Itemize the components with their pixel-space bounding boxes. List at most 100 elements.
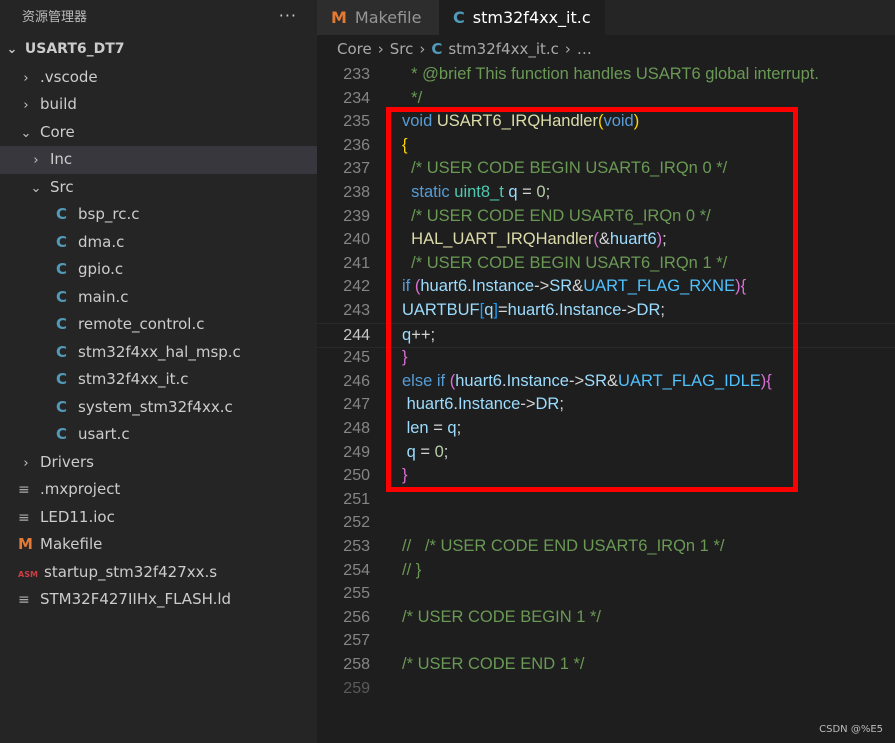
- tree-file[interactable]: ≡ .mxproject: [0, 476, 317, 504]
- chevron-right-icon: ›: [23, 455, 29, 471]
- code-line[interactable]: 252: [317, 511, 895, 535]
- tree-file[interactable]: Cstm32f4xx_hal_msp.c: [0, 339, 317, 367]
- code-line[interactable]: 253 // /* USER CODE END USART6_IRQn 1 */: [317, 535, 895, 559]
- tree-item-label: remote_control.c: [78, 315, 205, 333]
- tree-item-label: Makefile: [40, 535, 103, 553]
- file-tree: ⌄ USART6_DT7 › .vscode › build ⌄ Core › Inc ⌄ Src…: [0, 36, 317, 614]
- tab-stm32f4xx-it-c[interactable]: Cstm32f4xx_it.c: [439, 0, 605, 35]
- code-line[interactable]: 256 /* USER CODE BEGIN 1 */: [317, 606, 895, 630]
- c-file-icon: C: [56, 397, 68, 416]
- line-number: 246: [343, 372, 370, 390]
- tree-folder[interactable]: › build: [0, 91, 317, 119]
- breadcrumb: Core › Src › C stm32f4xx_it.c › …: [317, 35, 895, 63]
- tree-item-label: .vscode: [40, 67, 98, 86]
- text-file-icon: ≡: [18, 592, 30, 608]
- tree-file[interactable]: ≡ LED11.ioc: [0, 504, 317, 532]
- chevron-down-icon: ⌄: [6, 42, 18, 57]
- tree-file[interactable]: Cbsp_rc.c: [0, 201, 317, 229]
- c-file-icon: C: [56, 287, 68, 306]
- code-text: /* USER CODE BEGIN 1 */: [402, 607, 601, 626]
- line-number: 241: [343, 254, 370, 272]
- line-number: 249: [343, 443, 370, 461]
- breadcrumb-sep-icon: ›: [377, 40, 384, 58]
- line-number: 240: [343, 231, 370, 249]
- line-number: 244: [343, 326, 370, 344]
- c-file-icon: C: [56, 205, 68, 223]
- line-number: 256: [343, 608, 370, 626]
- tree-file[interactable]: ≡ STM32F427IIHx_FLASH.ld: [0, 586, 317, 614]
- tree-item-label: main.c: [78, 287, 129, 306]
- code-line[interactable]: 257: [317, 629, 895, 653]
- code-line[interactable]: 255: [317, 582, 895, 606]
- line-number: 236: [343, 136, 370, 154]
- tree-item-label: Core: [40, 122, 75, 141]
- tab-bar: M Makefile Cstm32f4xx_it.c: [317, 0, 895, 35]
- tree-file[interactable]: Csystem_stm32f4xx.c: [0, 394, 317, 422]
- tab-makefile[interactable]: M Makefile: [317, 0, 439, 35]
- chevron-right-icon: ›: [23, 70, 29, 86]
- tree-file[interactable]: M Makefile: [0, 531, 317, 559]
- text-file-icon: ≡: [18, 482, 30, 498]
- code-line[interactable]: 258 /* USER CODE END 1 */: [317, 653, 895, 677]
- line-number: 252: [343, 514, 370, 532]
- breadcrumb-src[interactable]: Src: [390, 40, 414, 58]
- code-line[interactable]: 233 * @brief This function handles USART…: [317, 63, 895, 87]
- breadcrumb-file[interactable]: stm32f4xx_it.c: [448, 40, 559, 58]
- c-file-icon: C: [431, 40, 443, 58]
- chevron-down-icon: ⌄: [30, 180, 42, 196]
- tree-file[interactable]: Cgpio.c: [0, 256, 317, 284]
- code-line[interactable]: 259: [317, 677, 895, 701]
- explorer-sidebar: 资源管理器 ··· ⌄ USART6_DT7 › .vscode › build ⌄ Co…: [0, 0, 317, 743]
- tree-item-label: Drivers: [40, 452, 94, 471]
- breadcrumb-sep-icon: ›: [419, 40, 426, 58]
- line-number: 259: [343, 679, 370, 697]
- c-file-icon: C: [56, 315, 68, 333]
- tree-folder[interactable]: › .vscode: [0, 64, 317, 92]
- tree-root[interactable]: ⌄ USART6_DT7: [0, 36, 317, 64]
- tree-file[interactable]: Cdma.c: [0, 229, 317, 257]
- tree-item-label: usart.c: [78, 425, 130, 443]
- code-line[interactable]: 254 // }: [317, 559, 895, 583]
- watermark: CSDN @%E5: [819, 724, 883, 735]
- c-file-icon: C: [56, 232, 68, 251]
- tree-folder[interactable]: ⌄ Src: [0, 174, 317, 202]
- workspace-root-label: USART6_DT7: [24, 41, 125, 57]
- tree-item-label: Src: [50, 177, 74, 196]
- breadcrumb-core[interactable]: Core: [337, 40, 372, 58]
- c-file-icon: C: [453, 8, 465, 27]
- tree-folder[interactable]: › Inc: [0, 146, 317, 174]
- line-number: 237: [343, 160, 370, 178]
- explorer-header: 资源管理器 ···: [0, 0, 317, 30]
- tree-file[interactable]: Cmain.c: [0, 284, 317, 312]
- code-text: // /* USER CODE END USART6_IRQn 1 */: [402, 537, 725, 555]
- line-number: 255: [343, 585, 370, 603]
- tree-item-label: STM32F427IIHx_FLASH.ld: [40, 590, 232, 608]
- tree-folder[interactable]: › Drivers: [0, 449, 317, 477]
- makefile-icon: M: [331, 8, 347, 27]
- line-number: 247: [343, 396, 370, 414]
- tree-folder[interactable]: ⌄ Core: [0, 119, 317, 147]
- asm-file-icon: ASM: [18, 569, 38, 579]
- breadcrumb-symbols[interactable]: …: [577, 40, 592, 58]
- tree-item-label: LED11.ioc: [40, 507, 115, 526]
- line-number: 254: [343, 561, 370, 579]
- more-actions-icon[interactable]: ···: [279, 6, 297, 25]
- tab-label: Makefile: [354, 8, 422, 27]
- c-file-icon: C: [56, 425, 68, 443]
- tree-item-label: .mxproject: [40, 480, 121, 498]
- chevron-right-icon: ›: [33, 153, 39, 168]
- tree-file[interactable]: Cremote_control.c: [0, 311, 317, 339]
- chevron-right-icon: ›: [23, 98, 29, 113]
- tree-item-label: stm32f4xx_hal_msp.c: [78, 342, 241, 361]
- line-number: 242: [343, 278, 370, 296]
- tree-item-label: dma.c: [78, 232, 125, 251]
- tree-file[interactable]: Cusart.c: [0, 421, 317, 449]
- tree-file[interactable]: Cstm32f4xx_it.c: [0, 366, 317, 394]
- line-number: 245: [343, 349, 370, 367]
- line-number: 243: [343, 302, 370, 319]
- line-number: 233: [343, 66, 370, 83]
- tree-file[interactable]: ASM startup_stm32f427xx.s: [0, 559, 317, 587]
- breadcrumb-sep-icon: ›: [564, 40, 571, 58]
- tree-item-label: Inc: [50, 150, 73, 168]
- code-text: /* USER CODE END 1 */: [402, 655, 585, 673]
